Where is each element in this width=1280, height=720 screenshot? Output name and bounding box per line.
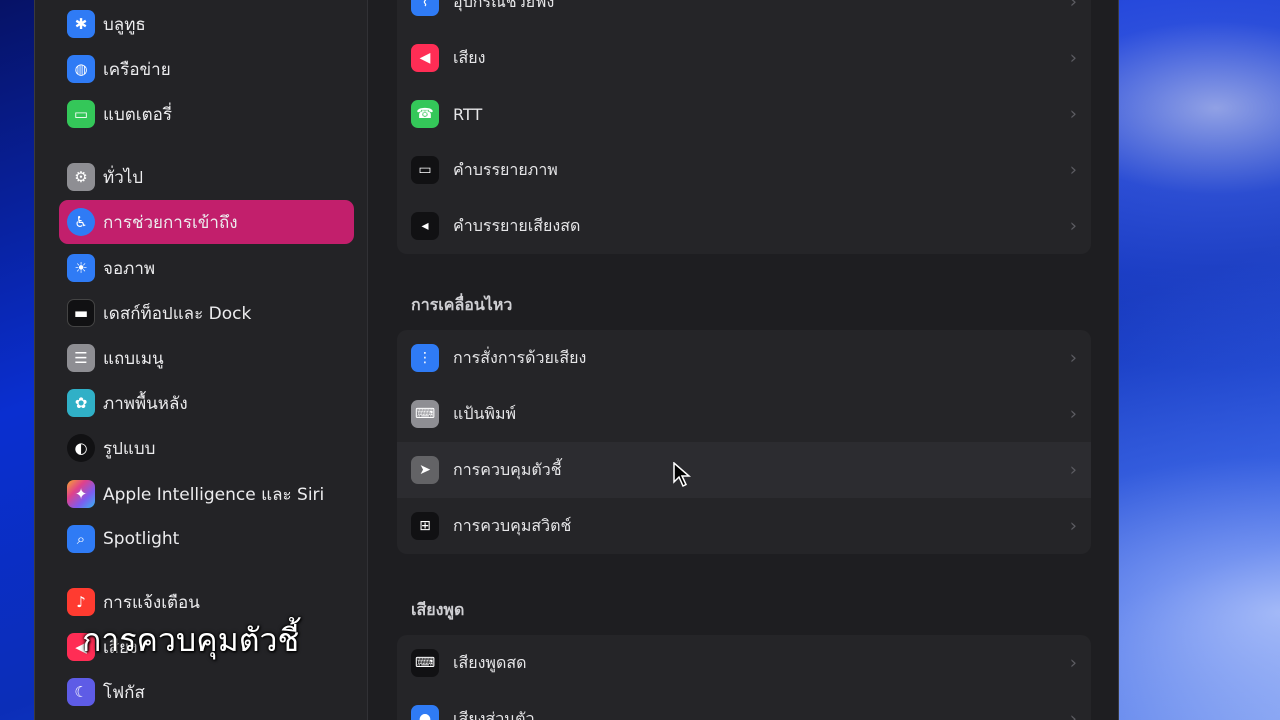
sidebar-item-general[interactable]: ⚙ ทั่วไป	[59, 157, 354, 197]
sidebar-item-appearance[interactable]: ◐ รูปแบบ	[59, 428, 354, 468]
row-audio[interactable]: ◀ เสียง ›	[397, 30, 1091, 86]
moon-icon: ☾	[67, 678, 95, 706]
speaker-icon: ◀	[411, 44, 439, 72]
sun-icon: ☀	[67, 254, 95, 282]
row-rtt[interactable]: ☎ RTT ›	[397, 86, 1091, 142]
chevron-right-icon: ›	[1069, 403, 1077, 425]
live-caption-icon: ◂	[411, 212, 439, 240]
section-title-speech: เสียงพูด	[411, 600, 465, 619]
section-title-motor: การเคลื่อนไหว	[411, 295, 513, 314]
sidebar-item-accessibility[interactable]: ♿ การช่วยการเข้าถึง	[59, 200, 354, 244]
sidebar-item-bluetooth[interactable]: ✱ บลูทูธ	[59, 4, 354, 44]
chevron-right-icon: ›	[1069, 215, 1077, 237]
chevron-right-icon: ›	[1069, 708, 1077, 720]
sidebar-item-displays[interactable]: ☀ จอภาพ	[59, 248, 354, 288]
row-pointer-control[interactable]: ➤ การควบคุมตัวชี้ ›	[397, 442, 1091, 498]
wallpaper-icon: ✿	[67, 389, 95, 417]
row-captions[interactable]: ▭ คำบรรยายภาพ ›	[397, 142, 1091, 198]
keyboard-icon: ⌨	[411, 400, 439, 428]
subtitle-caption: การควบคุมตัวชี้	[82, 621, 300, 659]
motor-group: ⋮ การสั่งการด้วยเสียง › ⌨ แป้นพิมพ์ › ➤ …	[397, 330, 1091, 554]
hearing-group: ⌇ อุปกรณ์ช่วยฟัง › ◀ เสียง › ☎ RTT › ▭ ค…	[397, 0, 1091, 254]
main-content: ⌇ อุปกรณ์ช่วยฟัง › ◀ เสียง › ☎ RTT › ▭ ค…	[369, 0, 1119, 720]
settings-window: ✱ บลูทูธ ◍ เครือข่าย ▭ แบตเตอรี่ ⚙ ทั่วไ…	[34, 0, 1119, 720]
chevron-right-icon: ›	[1069, 459, 1077, 481]
globe-icon: ◍	[67, 55, 95, 83]
sidebar: ✱ บลูทูธ ◍ เครือข่าย ▭ แบตเตอรี่ ⚙ ทั่วไ…	[35, 0, 368, 720]
battery-icon: ▭	[67, 100, 95, 128]
appearance-icon: ◐	[67, 434, 95, 462]
sidebar-item-menu-bar[interactable]: ☰ แถบเมนู	[59, 338, 354, 378]
search-icon: ⌕	[67, 525, 95, 553]
row-voice-control[interactable]: ⋮ การสั่งการด้วยเสียง ›	[397, 330, 1091, 386]
sidebar-item-network[interactable]: ◍ เครือข่าย	[59, 49, 354, 89]
person-icon: ●	[411, 705, 439, 720]
row-switch-control[interactable]: ⊞ การควบคุมสวิตช์ ›	[397, 498, 1091, 554]
menubar-icon: ☰	[67, 344, 95, 372]
sidebar-item-battery[interactable]: ▭ แบตเตอรี่	[59, 94, 354, 134]
bell-icon: ♪	[67, 588, 95, 616]
chevron-right-icon: ›	[1069, 47, 1077, 69]
row-keyboard[interactable]: ⌨ แป้นพิมพ์ ›	[397, 386, 1091, 442]
siri-icon: ✦	[67, 480, 95, 508]
dock-icon: ▬	[67, 299, 95, 327]
sidebar-item-spotlight[interactable]: ⌕ Spotlight	[59, 519, 354, 559]
chevron-right-icon: ›	[1069, 515, 1077, 537]
pointer-icon: ➤	[411, 456, 439, 484]
waveform-icon: ⋮	[411, 344, 439, 372]
sidebar-item-apple-intelligence-siri[interactable]: ✦ Apple Intelligence และ Siri	[59, 474, 354, 514]
chevron-right-icon: ›	[1069, 159, 1077, 181]
keyboard-icon: ⌨	[411, 649, 439, 677]
grid-icon: ⊞	[411, 512, 439, 540]
row-live-captions[interactable]: ◂ คำบรรยายเสียงสด ›	[397, 198, 1091, 254]
chevron-right-icon: ›	[1069, 347, 1077, 369]
mouse-cursor-icon	[673, 462, 691, 488]
tty-icon: ☎	[411, 100, 439, 128]
sidebar-item-focus[interactable]: ☾ โฟกัส	[59, 672, 354, 712]
speech-group: ⌨ เสียงพูดสด › ● เสียงส่วนตัว ›	[397, 635, 1091, 720]
sidebar-item-desktop-dock[interactable]: ▬ เดสก์ท็อปและ Dock	[59, 293, 354, 333]
accessibility-icon: ♿	[67, 208, 95, 236]
sidebar-item-wallpaper[interactable]: ✿ ภาพพื้นหลัง	[59, 383, 354, 423]
gear-icon: ⚙	[67, 163, 95, 191]
chevron-right-icon: ›	[1069, 652, 1077, 674]
bluetooth-icon: ✱	[67, 10, 95, 38]
chevron-right-icon: ›	[1069, 103, 1077, 125]
row-personal-voice[interactable]: ● เสียงส่วนตัว ›	[397, 691, 1091, 720]
row-live-speech[interactable]: ⌨ เสียงพูดสด ›	[397, 635, 1091, 691]
caption-icon: ▭	[411, 156, 439, 184]
chevron-right-icon: ›	[1069, 0, 1077, 13]
ear-icon: ⌇	[411, 0, 439, 16]
row-hearing-devices[interactable]: ⌇ อุปกรณ์ช่วยฟัง ›	[397, 0, 1091, 30]
